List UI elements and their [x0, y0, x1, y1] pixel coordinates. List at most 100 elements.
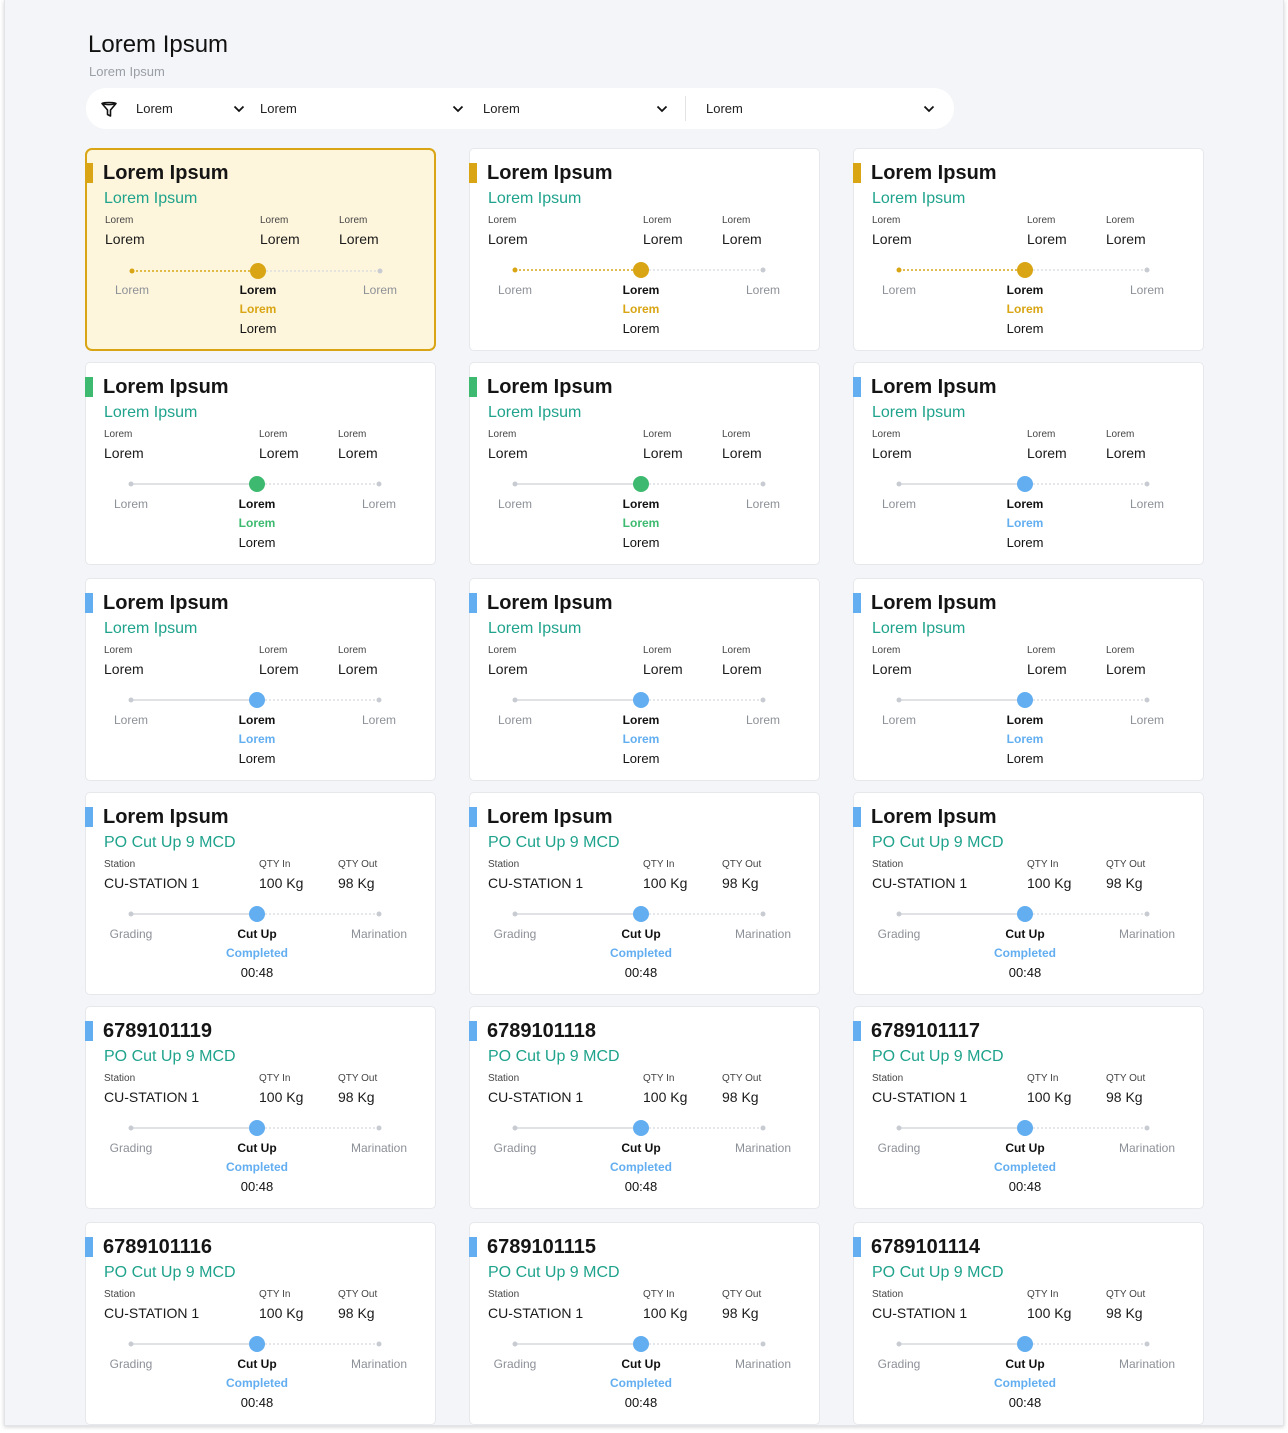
current-stage-label: Cut Up	[1005, 927, 1045, 941]
order-card[interactable]: 6789101116 PO Cut Up 9 MCD Station CU-STATI…	[85, 1222, 436, 1425]
stage-label: Lorem	[1129, 497, 1164, 511]
order-card[interactable]: 6789101117 PO Cut Up 9 MCD Station CU-STATI…	[853, 1006, 1204, 1209]
stage-dot	[128, 697, 134, 703]
order-card[interactable]: Lorem Ipsum PO Cut Up 9 MCD Station CU-STAT…	[85, 792, 436, 995]
order-card[interactable]: 6789101114 PO Cut Up 9 MCD Station CU-STATI…	[853, 1222, 1204, 1425]
stage-dot	[376, 1125, 382, 1131]
progress-track	[512, 1120, 766, 1136]
order-card[interactable]: Lorem Ipsum Lorem Ipsum Lorem Lorem Lorem Lor…	[85, 578, 436, 781]
stage-dot	[1144, 267, 1150, 273]
chevron-down-icon	[452, 105, 464, 112]
stage-label: Lorem	[745, 497, 780, 511]
current-stage-dot	[1017, 262, 1033, 278]
stage-dot	[896, 697, 902, 703]
filter-dropdown-2[interactable]: Lorem	[260, 88, 465, 129]
stage-dot	[377, 268, 383, 274]
order-card[interactable]: Lorem Ipsum Lorem Ipsum Lorem Lorem Lorem Lor…	[469, 578, 820, 781]
stage-status: Completed	[609, 1160, 672, 1174]
stage-dot	[128, 1341, 134, 1347]
current-stage-label: Cut Up	[237, 927, 277, 941]
stage-status: Lorem	[622, 302, 660, 316]
stage-dot	[128, 911, 134, 917]
stage-time: 00:48	[240, 1179, 274, 1194]
order-card[interactable]: Lorem Ipsum Lorem Ipsum Lorem Lorem Lorem Lor…	[85, 148, 436, 351]
progress-track	[128, 1336, 382, 1352]
order-card[interactable]: Lorem Ipsum Lorem Ipsum Lorem Lorem Lorem Lor…	[853, 578, 1204, 781]
current-stage-dot	[1017, 906, 1033, 922]
stage-dot	[1144, 697, 1150, 703]
order-card[interactable]: Lorem Ipsum Lorem Ipsum Lorem Lorem Lorem Lor…	[469, 148, 820, 351]
stage-label: Lorem	[745, 713, 780, 727]
current-stage-label: Lorem	[1006, 713, 1044, 727]
current-stage-label: Cut Up	[1005, 1141, 1045, 1155]
stage-label: Lorem	[497, 497, 532, 511]
current-stage-dot	[249, 906, 265, 922]
stage-label: Lorem	[745, 283, 780, 297]
stage-dot	[128, 481, 134, 487]
order-card[interactable]: 6789101119 PO Cut Up 9 MCD Station CU-STATI…	[85, 1006, 436, 1209]
stage-dot	[896, 481, 902, 487]
order-card[interactable]: Lorem Ipsum Lorem Ipsum Lorem Lorem Lorem Lor…	[853, 148, 1204, 351]
current-stage-dot	[249, 476, 265, 492]
stage-label: Marination	[350, 1141, 408, 1155]
stage-dot	[129, 268, 135, 274]
order-card[interactable]: 6789101118 PO Cut Up 9 MCD Station CU-STATI…	[469, 1006, 820, 1209]
current-stage-dot	[633, 476, 649, 492]
stage-label: Lorem	[497, 713, 532, 727]
filter-icon[interactable]	[99, 99, 119, 119]
stage-label: Lorem	[881, 497, 916, 511]
stage-label: Marination	[1118, 1357, 1176, 1371]
stage-label: Marination	[1118, 1141, 1176, 1155]
current-stage-dot	[249, 692, 265, 708]
stage-time: 00:48	[240, 1395, 274, 1410]
stage-label: Lorem	[361, 713, 396, 727]
stage-label: Marination	[734, 927, 792, 941]
stage-label: Grading	[877, 1357, 921, 1371]
order-card[interactable]: Lorem Ipsum Lorem Ipsum Lorem Lorem Lorem Lor…	[469, 362, 820, 565]
stage-time: Lorem	[622, 751, 660, 766]
current-stage-label: Lorem	[1006, 497, 1044, 511]
stage-label: Grading	[493, 1141, 537, 1155]
stage-label: Lorem	[113, 497, 148, 511]
order-card[interactable]: 6789101115 PO Cut Up 9 MCD Station CU-STATI…	[469, 1222, 820, 1425]
current-stage-label: Cut Up	[621, 1141, 661, 1155]
progress-track	[128, 476, 382, 492]
stage-dot	[1144, 1341, 1150, 1347]
filter-dropdown-4[interactable]: Lorem	[706, 88, 936, 129]
order-card[interactable]: Lorem Ipsum Lorem Ipsum Lorem Lorem Lorem Lor…	[85, 362, 436, 565]
progress-track	[896, 1120, 1150, 1136]
stage-status: Lorem	[1006, 302, 1044, 316]
order-card[interactable]: Lorem Ipsum PO Cut Up 9 MCD Station CU-STAT…	[853, 792, 1204, 995]
stage-label: Marination	[350, 1357, 408, 1371]
current-stage-dot	[633, 1120, 649, 1136]
filter-2-value: Lorem	[260, 101, 297, 116]
stage-label: Grading	[109, 1357, 153, 1371]
progress-track	[128, 1120, 382, 1136]
stage-dot	[128, 1125, 134, 1131]
progress-track	[896, 692, 1150, 708]
stage-dot	[376, 1341, 382, 1347]
progress-track	[512, 1336, 766, 1352]
order-card[interactable]: Lorem Ipsum Lorem Ipsum Lorem Lorem Lorem Lor…	[853, 362, 1204, 565]
current-stage-dot	[1017, 692, 1033, 708]
progress-track	[896, 1336, 1150, 1352]
current-stage-label: Lorem	[238, 497, 276, 511]
stage-dot	[512, 1125, 518, 1131]
current-stage-dot	[1017, 1336, 1033, 1352]
filter-dropdown-1[interactable]: Lorem	[136, 88, 246, 129]
stage-label: Grading	[109, 927, 153, 941]
chevron-down-icon	[233, 105, 245, 112]
stage-dot	[512, 267, 518, 273]
stage-dot	[896, 911, 902, 917]
stage-dot	[1144, 481, 1150, 487]
stage-status: Lorem	[622, 732, 660, 746]
filter-3-value: Lorem	[483, 101, 520, 116]
current-stage-dot	[250, 263, 266, 279]
stage-status: Lorem	[239, 302, 277, 316]
stage-label: Lorem	[1129, 713, 1164, 727]
current-stage-label: Cut Up	[621, 1357, 661, 1371]
stage-time: 00:48	[1008, 1395, 1042, 1410]
filter-dropdown-3[interactable]: Lorem	[483, 88, 669, 129]
page-subtitle: Lorem Ipsum	[89, 64, 165, 79]
order-card[interactable]: Lorem Ipsum PO Cut Up 9 MCD Station CU-STAT…	[469, 792, 820, 995]
